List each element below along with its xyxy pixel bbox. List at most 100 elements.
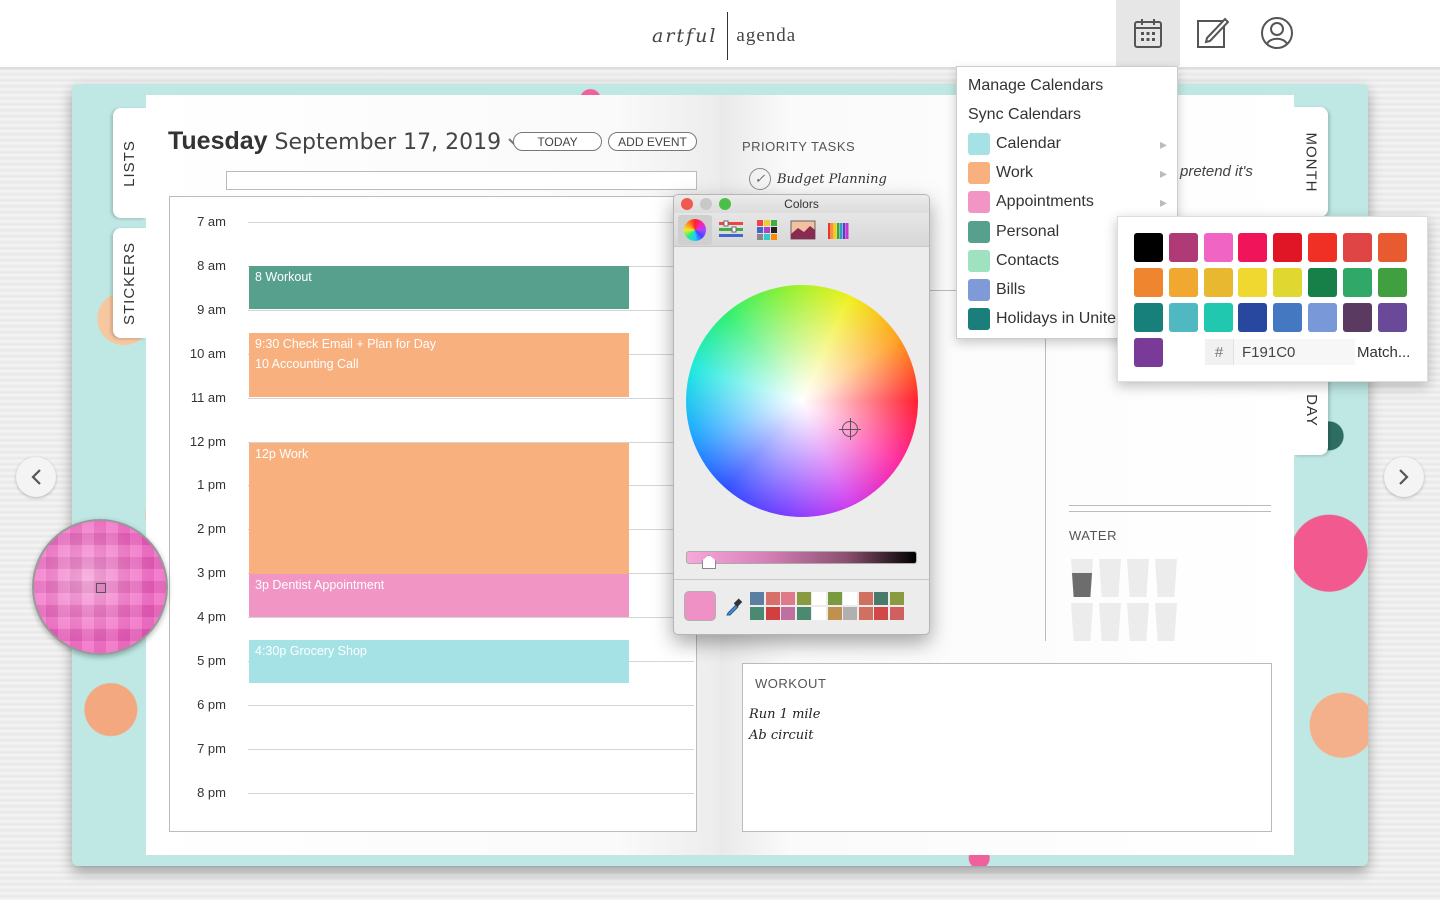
calendar-color-swatch[interactable] bbox=[968, 249, 990, 272]
palette-swatch[interactable] bbox=[1273, 233, 1303, 262]
current-color-swatch[interactable] bbox=[684, 591, 716, 621]
palette-swatch[interactable] bbox=[1168, 268, 1198, 297]
tab-stickers[interactable]: STICKERS bbox=[113, 228, 146, 338]
palette-swatch[interactable] bbox=[1273, 268, 1303, 297]
next-page-button[interactable] bbox=[1384, 457, 1424, 497]
calendar-event[interactable]: 3p Dentist Appointment bbox=[249, 574, 629, 617]
color-swatch[interactable] bbox=[765, 592, 780, 605]
palette-swatch[interactable] bbox=[1203, 268, 1233, 297]
palette-swatch[interactable] bbox=[1377, 268, 1407, 297]
crosshair-icon[interactable] bbox=[839, 418, 861, 440]
checkmark-icon[interactable]: ✓ bbox=[749, 168, 771, 190]
calendar-event[interactable]: 10 Accounting Call bbox=[249, 353, 629, 397]
water-cup[interactable] bbox=[1071, 559, 1093, 597]
color-swatch[interactable] bbox=[858, 607, 873, 620]
palette-swatch[interactable] bbox=[1238, 303, 1268, 332]
calendar-item[interactable]: Calendar bbox=[968, 133, 1061, 155]
calendar-color-swatch[interactable] bbox=[968, 220, 990, 243]
color-swatch[interactable] bbox=[812, 592, 826, 605]
add-event-button[interactable]: ADD EVENT bbox=[608, 132, 697, 151]
calendar-event[interactable]: 12p Work bbox=[249, 443, 629, 574]
color-swatch[interactable] bbox=[874, 607, 888, 620]
color-swatch[interactable] bbox=[889, 592, 904, 605]
palette-swatch[interactable] bbox=[1168, 303, 1198, 332]
palette-swatch[interactable] bbox=[1134, 268, 1163, 297]
calendar-event[interactable]: 4:30p Grocery Shop bbox=[249, 640, 629, 683]
color-swatch[interactable] bbox=[858, 592, 873, 605]
color-swatch[interactable] bbox=[781, 607, 795, 620]
color-swatch[interactable] bbox=[765, 607, 780, 620]
tab-month[interactable]: MONTH bbox=[1294, 107, 1328, 217]
color-wheel[interactable] bbox=[686, 285, 918, 517]
match-button[interactable]: Match... bbox=[1357, 344, 1410, 361]
search-input[interactable] bbox=[226, 171, 697, 190]
water-cup[interactable] bbox=[1155, 603, 1177, 641]
color-swatch[interactable] bbox=[750, 592, 764, 605]
calendar-item[interactable]: Appointments bbox=[968, 191, 1094, 214]
color-swatch[interactable] bbox=[827, 592, 842, 605]
pencils-tab[interactable] bbox=[822, 215, 856, 245]
calendar-color-swatch[interactable] bbox=[968, 279, 990, 301]
image-palette-tab[interactable] bbox=[786, 215, 820, 245]
page-title[interactable]: Tuesday September 17, 2019 bbox=[168, 127, 522, 156]
color-swatch[interactable] bbox=[812, 607, 826, 620]
today-button[interactable]: TODAY bbox=[513, 132, 602, 151]
palette-swatch[interactable] bbox=[1238, 233, 1268, 262]
palette-swatch[interactable] bbox=[1134, 233, 1163, 262]
palette-swatch[interactable] bbox=[1377, 303, 1407, 332]
calendar-item[interactable]: Work bbox=[968, 162, 1033, 185]
color-swatch[interactable] bbox=[781, 592, 795, 605]
account-button[interactable] bbox=[1245, 0, 1309, 66]
calendar-event[interactable]: 8 Workout bbox=[249, 266, 629, 309]
calendar-color-swatch[interactable] bbox=[968, 162, 990, 185]
palette-swatch[interactable] bbox=[1203, 303, 1233, 332]
color-swatch[interactable] bbox=[874, 592, 888, 605]
palette-swatch[interactable] bbox=[1168, 233, 1198, 262]
tab-lists[interactable]: LISTS bbox=[113, 108, 146, 218]
color-swatch[interactable] bbox=[796, 607, 811, 620]
calendar-event[interactable]: 9:30 Check Email + Plan for Day bbox=[249, 333, 629, 353]
color-swatch[interactable] bbox=[843, 592, 857, 605]
water-cup[interactable] bbox=[1127, 603, 1149, 641]
brightness-slider[interactable] bbox=[686, 551, 917, 564]
palette-swatch[interactable] bbox=[1273, 303, 1303, 332]
calendar-item[interactable]: Personal bbox=[968, 220, 1059, 243]
workout-box[interactable]: WORKOUT Run 1 mile Ab circuit bbox=[742, 663, 1272, 832]
palette-swatch[interactable] bbox=[1203, 233, 1233, 262]
color-swatch[interactable] bbox=[843, 607, 857, 620]
color-swatch[interactable] bbox=[796, 592, 811, 605]
calendar-item[interactable]: Bills bbox=[968, 279, 1025, 301]
colors-panel[interactable]: Colors bbox=[673, 194, 930, 635]
calendar-item[interactable]: Contacts bbox=[968, 249, 1059, 272]
water-cup[interactable] bbox=[1099, 603, 1121, 641]
palette-swatch[interactable] bbox=[1134, 338, 1163, 367]
calendar-button[interactable] bbox=[1116, 0, 1180, 66]
palette-swatch[interactable] bbox=[1377, 233, 1407, 262]
color-wheel-tab[interactable] bbox=[678, 215, 712, 245]
palette-swatch[interactable] bbox=[1238, 268, 1268, 297]
water-cup[interactable] bbox=[1127, 559, 1149, 597]
color-swatch[interactable] bbox=[889, 607, 904, 620]
water-cup[interactable] bbox=[1099, 559, 1121, 597]
palette-swatch[interactable] bbox=[1342, 233, 1372, 262]
edit-button[interactable] bbox=[1180, 0, 1244, 66]
water-cup[interactable] bbox=[1071, 603, 1093, 641]
prev-page-button[interactable] bbox=[16, 457, 56, 497]
sliders-tab[interactable] bbox=[714, 215, 748, 245]
color-swatch[interactable] bbox=[827, 607, 842, 620]
palettes-tab[interactable] bbox=[750, 215, 784, 245]
palette-swatch[interactable] bbox=[1308, 268, 1337, 297]
calendar-item[interactable]: Holidays in Unite bbox=[968, 308, 1116, 331]
color-swatch[interactable] bbox=[750, 607, 764, 620]
task-item[interactable]: ✓ Budget Planning bbox=[749, 168, 887, 190]
palette-swatch[interactable] bbox=[1308, 233, 1337, 262]
palette-swatch[interactable] bbox=[1308, 303, 1337, 332]
manage-calendars-item[interactable]: Manage Calendars bbox=[968, 77, 1103, 95]
eyedropper-button[interactable] bbox=[724, 595, 744, 617]
hex-input[interactable]: # F191C0 bbox=[1205, 339, 1355, 365]
palette-swatch[interactable] bbox=[1342, 268, 1372, 297]
calendar-color-swatch[interactable] bbox=[968, 191, 990, 214]
palette-swatch[interactable] bbox=[1342, 303, 1372, 332]
calendar-color-swatch[interactable] bbox=[968, 133, 990, 155]
palette-swatch[interactable] bbox=[1134, 303, 1163, 332]
